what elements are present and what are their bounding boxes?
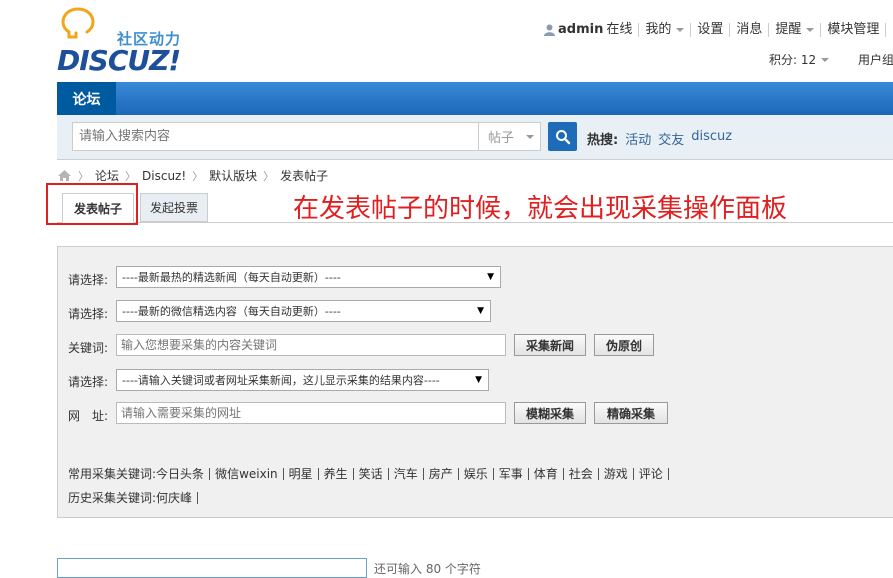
user-icon: [544, 24, 555, 36]
select-label: 请选择:: [68, 307, 109, 321]
hot-keyword[interactable]: 活动: [625, 129, 651, 148]
search-button[interactable]: [548, 122, 577, 151]
breadcrumb-separator: 〉: [125, 169, 137, 183]
logo-bulb-icon: [61, 7, 95, 39]
url-input[interactable]: [116, 402, 506, 424]
search-icon: [555, 129, 570, 144]
dropdown-arrow-icon: ▼: [487, 272, 494, 282]
breadcrumb-separator: 〉: [78, 169, 89, 183]
hot-search: 热搜: 活动 交友 discuz: [587, 129, 732, 148]
common-keyword[interactable]: 娱乐: [459, 467, 494, 480]
url-label: 网 址:: [68, 409, 109, 423]
menu-module-manage-label: 模块管理: [827, 22, 880, 37]
common-keyword[interactable]: 养生: [319, 467, 354, 480]
score-menu[interactable]: 积分: 12: [769, 51, 830, 68]
chevron-down-icon: [676, 28, 685, 32]
highlight-box: [46, 183, 138, 225]
common-keywords-label: 常用采集关键词:: [68, 467, 157, 481]
hot-search-label: 热搜:: [587, 133, 619, 148]
menu-settings-label: 设置: [697, 22, 724, 37]
breadcrumb-item[interactable]: Discuz!: [142, 169, 186, 183]
common-keyword[interactable]: 游戏: [599, 467, 634, 480]
chevron-down-icon: [806, 28, 815, 32]
chevron-down-icon: [526, 134, 535, 139]
common-keyword[interactable]: 今日头条: [156, 467, 211, 480]
select-label: 请选择:: [68, 375, 109, 389]
breadcrumb-separator: 〉: [263, 169, 275, 183]
common-keyword[interactable]: 军事: [494, 467, 529, 480]
title-input[interactable]: [57, 558, 367, 578]
annotation-text: 在发表帖子的时候，就会出现采集操作面板: [293, 194, 788, 224]
char-count-hint: 还可输入 80 个字符: [374, 562, 481, 576]
common-keyword[interactable]: 社会: [564, 467, 599, 480]
main-nav-bar: [57, 82, 893, 115]
common-keyword[interactable]: 汽车: [389, 467, 424, 480]
score-label: 积分: 12: [769, 53, 817, 67]
search-type-select[interactable]: 帖子: [479, 122, 541, 151]
logo-brand[interactable]: DISCUZ!: [57, 44, 181, 77]
breadcrumb-separator: 〉: [192, 169, 204, 183]
menu-settings[interactable]: 设置: [691, 22, 731, 37]
keyword-label: 关键词:: [68, 341, 109, 355]
menu-messages-label: 消息: [736, 22, 763, 37]
common-keyword[interactable]: 笑话: [354, 467, 389, 480]
history-keyword[interactable]: 何庆峰: [156, 491, 199, 504]
nav-item-forum[interactable]: 论坛: [57, 82, 116, 115]
common-keywords: 常用采集关键词: 今日头条 微信weixin 明星 养生 笑话 汽车 房产 娱乐…: [68, 465, 669, 482]
result-select[interactable]: ----请输入关键词或者网址采集新闻，这儿显示采集的结果内容---- ▼: [116, 369, 489, 391]
wechat-select-value: ----最新的微信精选内容（每天自动更新）----: [122, 305, 341, 318]
search-input[interactable]: [72, 122, 479, 151]
home-icon[interactable]: [57, 169, 72, 182]
user-status: admin 在线: [538, 22, 640, 37]
menu-module-manage[interactable]: 模块管理: [821, 22, 887, 37]
menu-manage[interactable]: 管理: [886, 23, 893, 37]
fuzzy-collect-button[interactable]: 模糊采集: [514, 402, 586, 424]
user-group-link[interactable]: 用户组: [858, 51, 893, 68]
menu-mine-label: 我的: [645, 22, 672, 37]
result-select-value: ----请输入关键词或者网址采集新闻，这儿显示采集的结果内容----: [122, 374, 440, 387]
hot-keyword[interactable]: 交友: [658, 129, 684, 148]
select-label: 请选择:: [68, 273, 109, 287]
breadcrumb-item: 发表帖子: [280, 169, 329, 183]
menu-reminders[interactable]: 提醒: [769, 22, 822, 37]
breadcrumb: 〉 论坛 〉 Discuz! 〉 默认版块 〉 发表帖子: [57, 167, 328, 184]
menu-mine[interactable]: 我的: [639, 22, 692, 37]
online-status: 在线: [606, 22, 633, 37]
common-keyword[interactable]: 评论: [634, 467, 669, 480]
history-keywords-label: 历史采集关键词:: [68, 491, 157, 505]
common-keyword[interactable]: 明星: [284, 467, 319, 480]
chevron-down-icon: [821, 57, 830, 62]
common-keyword[interactable]: 体育: [529, 467, 564, 480]
collect-news-button[interactable]: 采集新闻: [514, 334, 586, 356]
username-link[interactable]: admin: [558, 23, 603, 37]
dropdown-arrow-icon: ▼: [475, 375, 482, 385]
keyword-input[interactable]: [116, 334, 506, 356]
tab-poll[interactable]: 发起投票: [140, 193, 208, 222]
dropdown-arrow-icon: ▼: [477, 306, 484, 316]
breadcrumb-item[interactable]: 默认版块: [209, 167, 257, 184]
news-select-value: ----最新最热的精选新闻（每天自动更新）----: [122, 271, 341, 284]
history-keywords: 历史采集关键词: 何庆峰: [68, 489, 199, 506]
pseudo-original-button[interactable]: 伪原创: [594, 334, 654, 356]
exact-collect-button[interactable]: 精确采集: [594, 402, 668, 424]
common-keyword[interactable]: 微信weixin: [210, 467, 284, 480]
news-select[interactable]: ----最新最热的精选新闻（每天自动更新）---- ▼: [116, 266, 501, 288]
menu-reminders-label: 提醒: [775, 22, 802, 37]
top-navigation: admin 在线 我的 设置 消息 提醒 模块管理 管理: [538, 23, 893, 37]
wechat-select[interactable]: ----最新的微信精选内容（每天自动更新）---- ▼: [116, 300, 491, 322]
breadcrumb-item[interactable]: 论坛: [95, 167, 119, 184]
common-keyword[interactable]: 房产: [424, 467, 459, 480]
search-type-label: 帖子: [488, 131, 515, 146]
menu-messages[interactable]: 消息: [730, 22, 770, 37]
hot-keyword[interactable]: discuz: [691, 129, 732, 148]
